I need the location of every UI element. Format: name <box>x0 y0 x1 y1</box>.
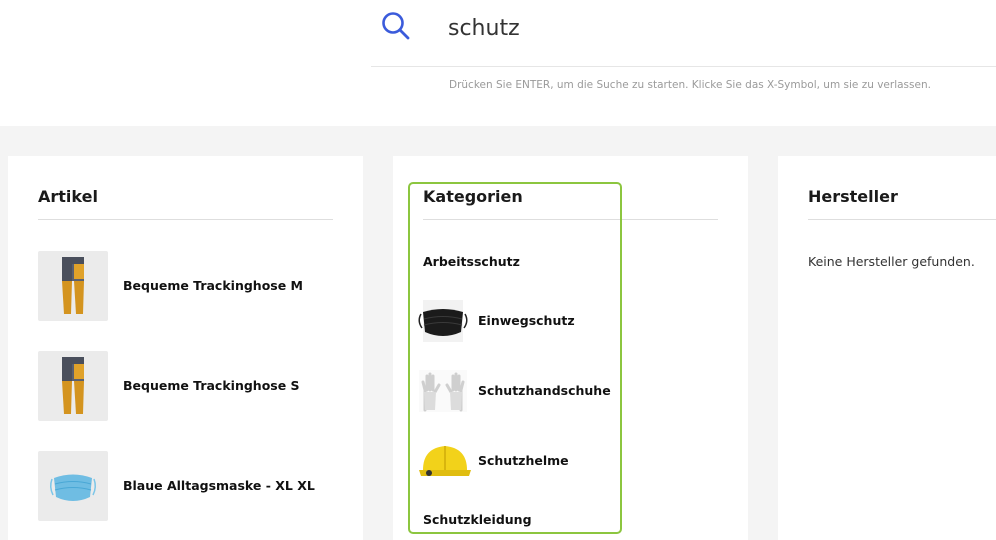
search-underline <box>371 66 996 67</box>
face-mask-icon <box>38 451 108 521</box>
search-results: Artikel Bequeme Trackinghose M Bequeme T… <box>0 126 996 540</box>
articles-panel: Artikel Bequeme Trackinghose M Bequeme T… <box>8 156 363 540</box>
categories-panel: Kategorien Arbeitsschutz Einwegschutz Sc… <box>393 156 748 540</box>
article-item[interactable]: Blaue Alltagsmaske - XL XL <box>38 451 338 521</box>
article-item[interactable]: Bequeme Trackinghose M <box>38 251 338 321</box>
article-label[interactable]: Blaue Alltagsmaske - XL XL <box>123 478 315 493</box>
article-item[interactable]: Bequeme Trackinghose S <box>38 351 338 421</box>
search-area: Drücken Sie ENTER, um die Suche zu start… <box>0 0 996 126</box>
helmet-icon[interactable] <box>415 440 471 482</box>
gloves-icon[interactable] <box>415 370 471 412</box>
category-link[interactable]: Arbeitsschutz <box>423 254 520 269</box>
articles-title: Artikel <box>38 187 98 206</box>
search-hint: Drücken Sie ENTER, um die Suche zu start… <box>449 79 931 91</box>
category-link[interactable]: Schutzhandschuhe <box>478 383 611 398</box>
category-link[interactable]: Schutzhelme <box>478 453 569 468</box>
article-label[interactable]: Bequeme Trackinghose M <box>123 278 303 293</box>
divider <box>423 219 718 220</box>
categories-title: Kategorien <box>423 187 523 206</box>
pants-icon <box>38 351 108 421</box>
pants-icon <box>38 251 108 321</box>
category-link[interactable]: Schutzkleidung <box>423 512 532 527</box>
divider <box>808 219 996 220</box>
search-input[interactable] <box>448 10 988 46</box>
divider <box>38 219 333 220</box>
article-label[interactable]: Bequeme Trackinghose S <box>123 378 300 393</box>
black-mask-icon[interactable] <box>415 300 471 342</box>
manufacturers-panel: Hersteller Keine Hersteller gefunden. <box>778 156 996 540</box>
category-link[interactable]: Einwegschutz <box>478 313 575 328</box>
search-icon[interactable] <box>380 10 412 42</box>
manufacturers-title: Hersteller <box>808 187 898 206</box>
empty-state-text: Keine Hersteller gefunden. <box>808 254 975 269</box>
